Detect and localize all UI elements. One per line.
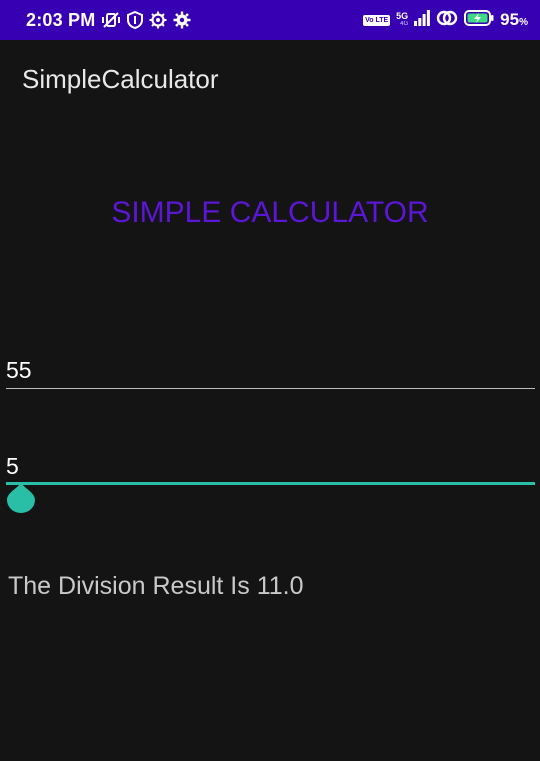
status-bar: 2:03 PM Vo LTE 5G 4G 95%	[0, 0, 540, 40]
battery-percentage: 95%	[500, 10, 528, 30]
volte-badge: Vo LTE	[363, 14, 391, 26]
first-number-underline	[6, 388, 535, 389]
network-type: 5G 4G	[396, 12, 408, 28]
settings-gear-icon	[173, 11, 191, 29]
status-system-icons: Vo LTE 5G 4G 95%	[363, 9, 528, 32]
first-number-input[interactable]: 55	[6, 355, 535, 389]
vibrate-off-icon	[101, 11, 121, 29]
status-time: 2:03 PM	[26, 9, 96, 30]
shield-icon	[127, 11, 144, 29]
second-number-value[interactable]: 5	[6, 453, 19, 480]
second-number-underline	[6, 482, 535, 485]
first-number-value[interactable]: 55	[6, 357, 32, 384]
battery-percentage-value: 95	[500, 10, 520, 29]
hotspot-link-icon	[436, 9, 458, 32]
network-5g-label: 5G	[396, 11, 409, 21]
second-number-input[interactable]: 5	[6, 451, 535, 487]
battery-percentage-unit: %	[519, 17, 528, 28]
app-bar: SimpleCalculator	[0, 40, 540, 120]
settings-outline-icon	[149, 11, 167, 29]
text-cursor-handle[interactable]	[6, 480, 36, 514]
app-title: SimpleCalculator	[22, 64, 219, 94]
battery-charging-icon	[464, 9, 494, 31]
network-4g-label: 4G	[400, 21, 409, 27]
calculator-heading: SIMPLE CALCULATOR	[111, 196, 429, 229]
signal-bars-icon	[414, 9, 431, 31]
division-result-text: The Division Result Is 11.0	[8, 572, 304, 600]
status-notification-icons	[101, 11, 191, 29]
